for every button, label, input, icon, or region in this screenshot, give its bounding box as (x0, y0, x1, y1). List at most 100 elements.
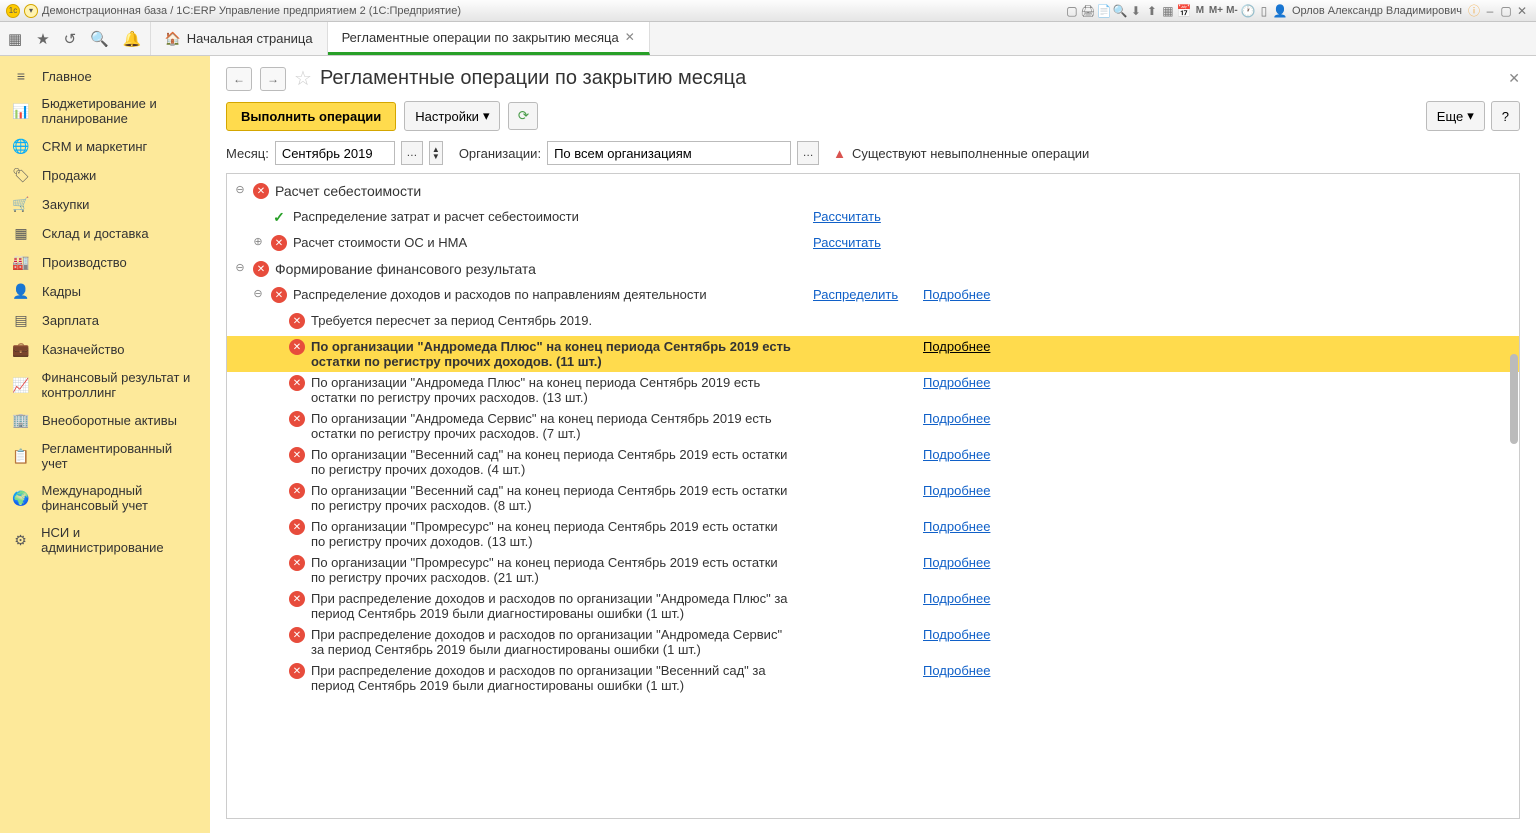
refresh-icon[interactable]: 🔍 (1112, 3, 1128, 19)
sidebar-item-purchase[interactable]: 🛒Закупки (0, 190, 210, 219)
calc-icon[interactable]: ▦ (1160, 3, 1176, 19)
print-icon[interactable]: 🖨 (1080, 3, 1096, 19)
details-link[interactable]: Подробнее (923, 339, 990, 354)
back-button[interactable]: ← (226, 67, 252, 91)
book-icon[interactable]: ▯ (1256, 3, 1272, 19)
calc-link[interactable]: Рассчитать (813, 235, 881, 250)
collapse-icon[interactable]: ⊖ (251, 287, 265, 300)
org-ellipsis-button[interactable]: … (797, 141, 819, 165)
tab-close-icon[interactable]: ✕ (625, 30, 635, 44)
sidebar-item-sales[interactable]: 🏷Продажи (0, 161, 210, 190)
m-plus-icon[interactable]: M+ (1208, 3, 1224, 19)
err-row[interactable]: При распределение доходов и расходов по … (311, 591, 791, 621)
bell-icon[interactable]: 🔔 (123, 30, 142, 48)
month-ellipsis-button[interactable]: … (401, 141, 423, 165)
m-icon[interactable]: M (1192, 3, 1208, 19)
row-income-dist[interactable]: Распределение доходов и расходов по напр… (293, 287, 707, 302)
org-label: Организации: (459, 146, 541, 161)
row-cost-dist[interactable]: Распределение затрат и расчет себестоимо… (293, 209, 579, 224)
sidebar-item-budget[interactable]: 📊Бюджетирование и планирование (0, 90, 210, 132)
sidebar-item-ifrs[interactable]: 🌍Международный финансовый учет (0, 477, 210, 519)
details-link[interactable]: Подробнее (923, 447, 990, 462)
up-icon[interactable]: ⬆ (1144, 3, 1160, 19)
sidebar-item-production[interactable]: 🏭Производство (0, 248, 210, 277)
err-row[interactable]: При распределение доходов и расходов по … (311, 627, 791, 657)
star-icon[interactable]: ★ (36, 30, 49, 48)
sidebar-item-warehouse[interactable]: ▦Склад и доставка (0, 219, 210, 248)
err-row[interactable]: По организации "Андромеда Плюс" на конец… (311, 339, 791, 369)
org-field[interactable] (547, 141, 791, 165)
favorite-icon[interactable]: ☆ (294, 66, 312, 91)
close-icon[interactable]: ✕ (1514, 3, 1530, 19)
user-name[interactable]: Орлов Александр Владимирович (1292, 5, 1462, 17)
collapse-icon[interactable]: ⊖ (233, 183, 247, 196)
sidebar-label: Казначейство (42, 342, 124, 357)
help-button[interactable]: ? (1491, 101, 1520, 131)
page-close-icon[interactable]: ✕ (1508, 70, 1520, 87)
max-icon[interactable]: ▢ (1498, 3, 1514, 19)
search-icon[interactable]: 🔍 (90, 30, 109, 48)
tab-closing[interactable]: Регламентные операции по закрытию месяца… (328, 22, 650, 55)
sidebar-label: Финансовый результат и контроллинг (41, 370, 198, 400)
month-spinner[interactable]: ▲▼ (429, 141, 443, 165)
err-row[interactable]: По организации "Промресурс" на конец пер… (311, 555, 791, 585)
calc-link[interactable]: Рассчитать (813, 209, 881, 224)
details-link[interactable]: Подробнее (923, 519, 990, 534)
details-link[interactable]: Подробнее (923, 375, 990, 390)
sidebar-item-assets[interactable]: 🏢Внеоборотные активы (0, 406, 210, 435)
scrollbar[interactable] (1510, 354, 1518, 444)
err-row[interactable]: По организации "Андромеда Сервис" на кон… (311, 411, 791, 441)
sidebar-item-regulated[interactable]: 📋Регламентированный учет (0, 435, 210, 477)
details-link[interactable]: Подробнее (923, 663, 990, 678)
run-button[interactable]: Выполнить операции (226, 102, 396, 131)
expand-icon[interactable]: ⊕ (251, 235, 265, 248)
err-row[interactable]: По организации "Весенний сад" на конец п… (311, 483, 791, 513)
error-icon: ✕ (271, 235, 287, 251)
sidebar-item-finance[interactable]: 📈Финансовый результат и контроллинг (0, 364, 210, 406)
err-row[interactable]: По организации "Андромеда Плюс" на конец… (311, 375, 791, 405)
tab-home[interactable]: 🏠 Начальная страница (151, 22, 328, 55)
cal-icon[interactable]: 📅 (1176, 3, 1192, 19)
selected-row[interactable]: ✕По организации "Андромеда Плюс" на коне… (227, 336, 1519, 372)
month-field[interactable] (275, 141, 395, 165)
distribute-link[interactable]: Распределить (813, 287, 898, 302)
info-icon[interactable]: ⓘ (1466, 3, 1482, 19)
app-dropdown-icon[interactable]: ▾ (24, 4, 38, 18)
operations-tree[interactable]: ⊖ ✕ Расчет себестоимости ✓ Распределение за… (226, 173, 1520, 819)
clock-icon[interactable]: 🕐 (1240, 3, 1256, 19)
details-link[interactable]: Подробнее (923, 591, 990, 606)
err-row[interactable]: При распределение доходов и расходов по … (311, 663, 791, 693)
sidebar-item-main[interactable]: ≡Главное (0, 62, 210, 90)
forward-button[interactable]: → (260, 67, 286, 91)
settings-button[interactable]: Настройки▾ (404, 101, 500, 131)
error-icon: ✕ (289, 375, 305, 391)
sidebar-item-salary[interactable]: ▤Зарплата (0, 306, 210, 335)
toolbar-icon-1[interactable]: ▢ (1064, 3, 1080, 19)
history-icon[interactable]: ↺ (64, 30, 77, 48)
refresh-button[interactable]: ⟳ (508, 102, 538, 130)
details-link[interactable]: Подробнее (923, 555, 990, 570)
min-icon[interactable]: – (1482, 3, 1498, 19)
sidebar-item-admin[interactable]: ⚙НСИ и администрирование (0, 519, 210, 561)
menu-icon: ≡ (12, 68, 30, 84)
sidebar-item-hr[interactable]: 👤Кадры (0, 277, 210, 306)
group-cost[interactable]: Расчет себестоимости (275, 183, 421, 199)
details-link[interactable]: Подробнее (923, 411, 990, 426)
err-row[interactable]: Требуется пересчет за период Сентябрь 20… (311, 313, 592, 328)
apps-icon[interactable]: ▦ (8, 30, 22, 48)
sidebar-item-crm[interactable]: 🌐CRM и маркетинг (0, 132, 210, 161)
sidebar-item-treasury[interactable]: 💼Казначейство (0, 335, 210, 364)
row-os-nma[interactable]: Расчет стоимости ОС и НМА (293, 235, 467, 250)
err-row[interactable]: По организации "Весенний сад" на конец п… (311, 447, 791, 477)
err-row[interactable]: По организации "Промресурс" на конец пер… (311, 519, 791, 549)
more-button[interactable]: Еще▾ (1426, 101, 1485, 131)
m-minus-icon[interactable]: M- (1224, 3, 1240, 19)
details-link[interactable]: Подробнее (923, 627, 990, 642)
group-finresult[interactable]: Формирование финансового результата (275, 261, 536, 277)
down-icon[interactable]: ⬇ (1128, 3, 1144, 19)
details-link[interactable]: Подробнее (923, 287, 990, 302)
details-link[interactable]: Подробнее (923, 483, 990, 498)
doc-icon[interactable]: 📄 (1096, 3, 1112, 19)
ok-icon: ✓ (271, 209, 287, 225)
collapse-icon[interactable]: ⊖ (233, 261, 247, 274)
